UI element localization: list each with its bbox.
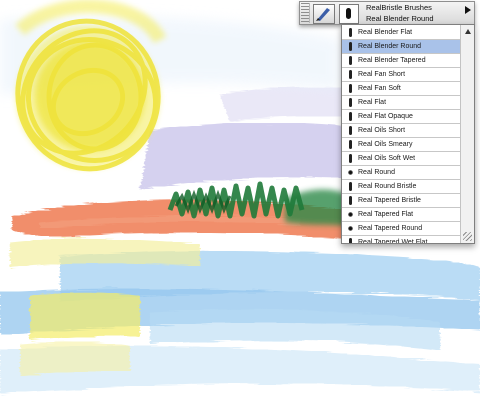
brush-category-label[interactable]: RealBristle Brushes	[366, 3, 432, 12]
brush-list-item-label: Real Fan Soft	[358, 85, 401, 92]
brush-list-item[interactable]: Real Tapered Bristle	[342, 194, 461, 208]
brush-list-item[interactable]: Real Blender Flat	[342, 26, 461, 40]
brush-tip-preview[interactable]	[339, 4, 359, 24]
brush-list-item-label: Real Tapered Round	[358, 225, 423, 232]
round-brush-icon	[347, 210, 354, 219]
brush-variant-list: Real Blender Flat Real Blender Round Real …	[341, 24, 475, 244]
flat-brush-icon	[347, 112, 354, 121]
brush-list-item[interactable]: Real Tapered Round	[342, 222, 461, 236]
flat-brush-icon	[347, 154, 354, 163]
brush-variant-button[interactable]	[313, 4, 335, 24]
brush-list-item[interactable]: Real Round Bristle	[342, 180, 461, 194]
brush-list-item-label: Real Tapered Wet Flat	[358, 239, 428, 244]
brush-list-item[interactable]: Real Oils Soft Wet	[342, 152, 461, 166]
brush-list-item[interactable]: Real Blender Tapered	[342, 54, 461, 68]
brush-list-item[interactable]: Real Flat Opaque	[342, 110, 461, 124]
brush-list-item-label: Real Oils Short	[358, 127, 406, 134]
brush-list-item-label: Real Flat Opaque	[358, 113, 413, 120]
brush-list-item[interactable]: Real Fan Soft	[342, 82, 461, 96]
grip-handle[interactable]	[301, 3, 310, 23]
brush-list-item-label: Real Flat	[358, 99, 387, 106]
flat-brush-icon	[347, 42, 354, 51]
brush-list-item[interactable]: Real Fan Short	[342, 68, 461, 82]
round-brush-icon	[347, 168, 354, 177]
brush-list-item[interactable]: Real Tapered Flat	[342, 208, 461, 222]
brush-list-item[interactable]: Real Flat	[342, 96, 461, 110]
paintbrush-icon	[316, 8, 330, 21]
brush-list-item-label: Real Blender Round	[358, 43, 422, 50]
brush-list-item[interactable]: Real Tapered Wet Flat	[342, 236, 461, 244]
brush-list-item-label: Real Round	[358, 169, 395, 176]
brush-list-item-label: Real Oils Smeary	[358, 141, 413, 148]
brush-list-item[interactable]: Real Round	[342, 166, 461, 180]
flat-brush-icon	[347, 28, 354, 37]
selected-brush-label[interactable]: Real Blender Round	[366, 14, 434, 23]
scroll-up-icon[interactable]	[465, 29, 471, 34]
flat-brush-icon	[347, 238, 354, 243]
scrollbar[interactable]	[460, 25, 474, 243]
flat-brush-icon	[347, 70, 354, 79]
brush-list-item-label: Real Tapered Bristle	[358, 197, 421, 204]
brush-list-item-label: Real Tapered Flat	[358, 211, 414, 218]
brush-list-item-label: Real Round Bristle	[358, 183, 417, 190]
flat-brush-icon	[347, 182, 354, 191]
brush-list-item-label: Real Blender Flat	[358, 29, 413, 36]
flat-brush-icon	[347, 56, 354, 65]
resize-grip-icon[interactable]	[463, 232, 472, 241]
flat-brush-icon	[347, 84, 354, 93]
brush-selector-bar: RealBristle Brushes Real Blender Round	[299, 1, 475, 25]
menu-arrow-icon[interactable]	[465, 6, 471, 14]
brush-list-item-label: Real Blender Tapered	[358, 57, 426, 64]
round-brush-icon	[347, 224, 354, 233]
brush-list-item[interactable]: Real Oils Smeary	[342, 138, 461, 152]
flat-brush-icon	[347, 126, 354, 135]
flat-brush-icon	[347, 140, 354, 149]
brush-list-item[interactable]: Real Blender Round	[342, 40, 461, 54]
brush-list-item[interactable]: Real Oils Short	[342, 124, 461, 138]
flat-brush-icon	[347, 196, 354, 205]
brush-list-item-label: Real Fan Short	[358, 71, 406, 78]
flat-brush-icon	[347, 98, 354, 107]
brush-tip-icon	[346, 8, 351, 19]
brush-list-item-label: Real Oils Soft Wet	[358, 155, 416, 162]
